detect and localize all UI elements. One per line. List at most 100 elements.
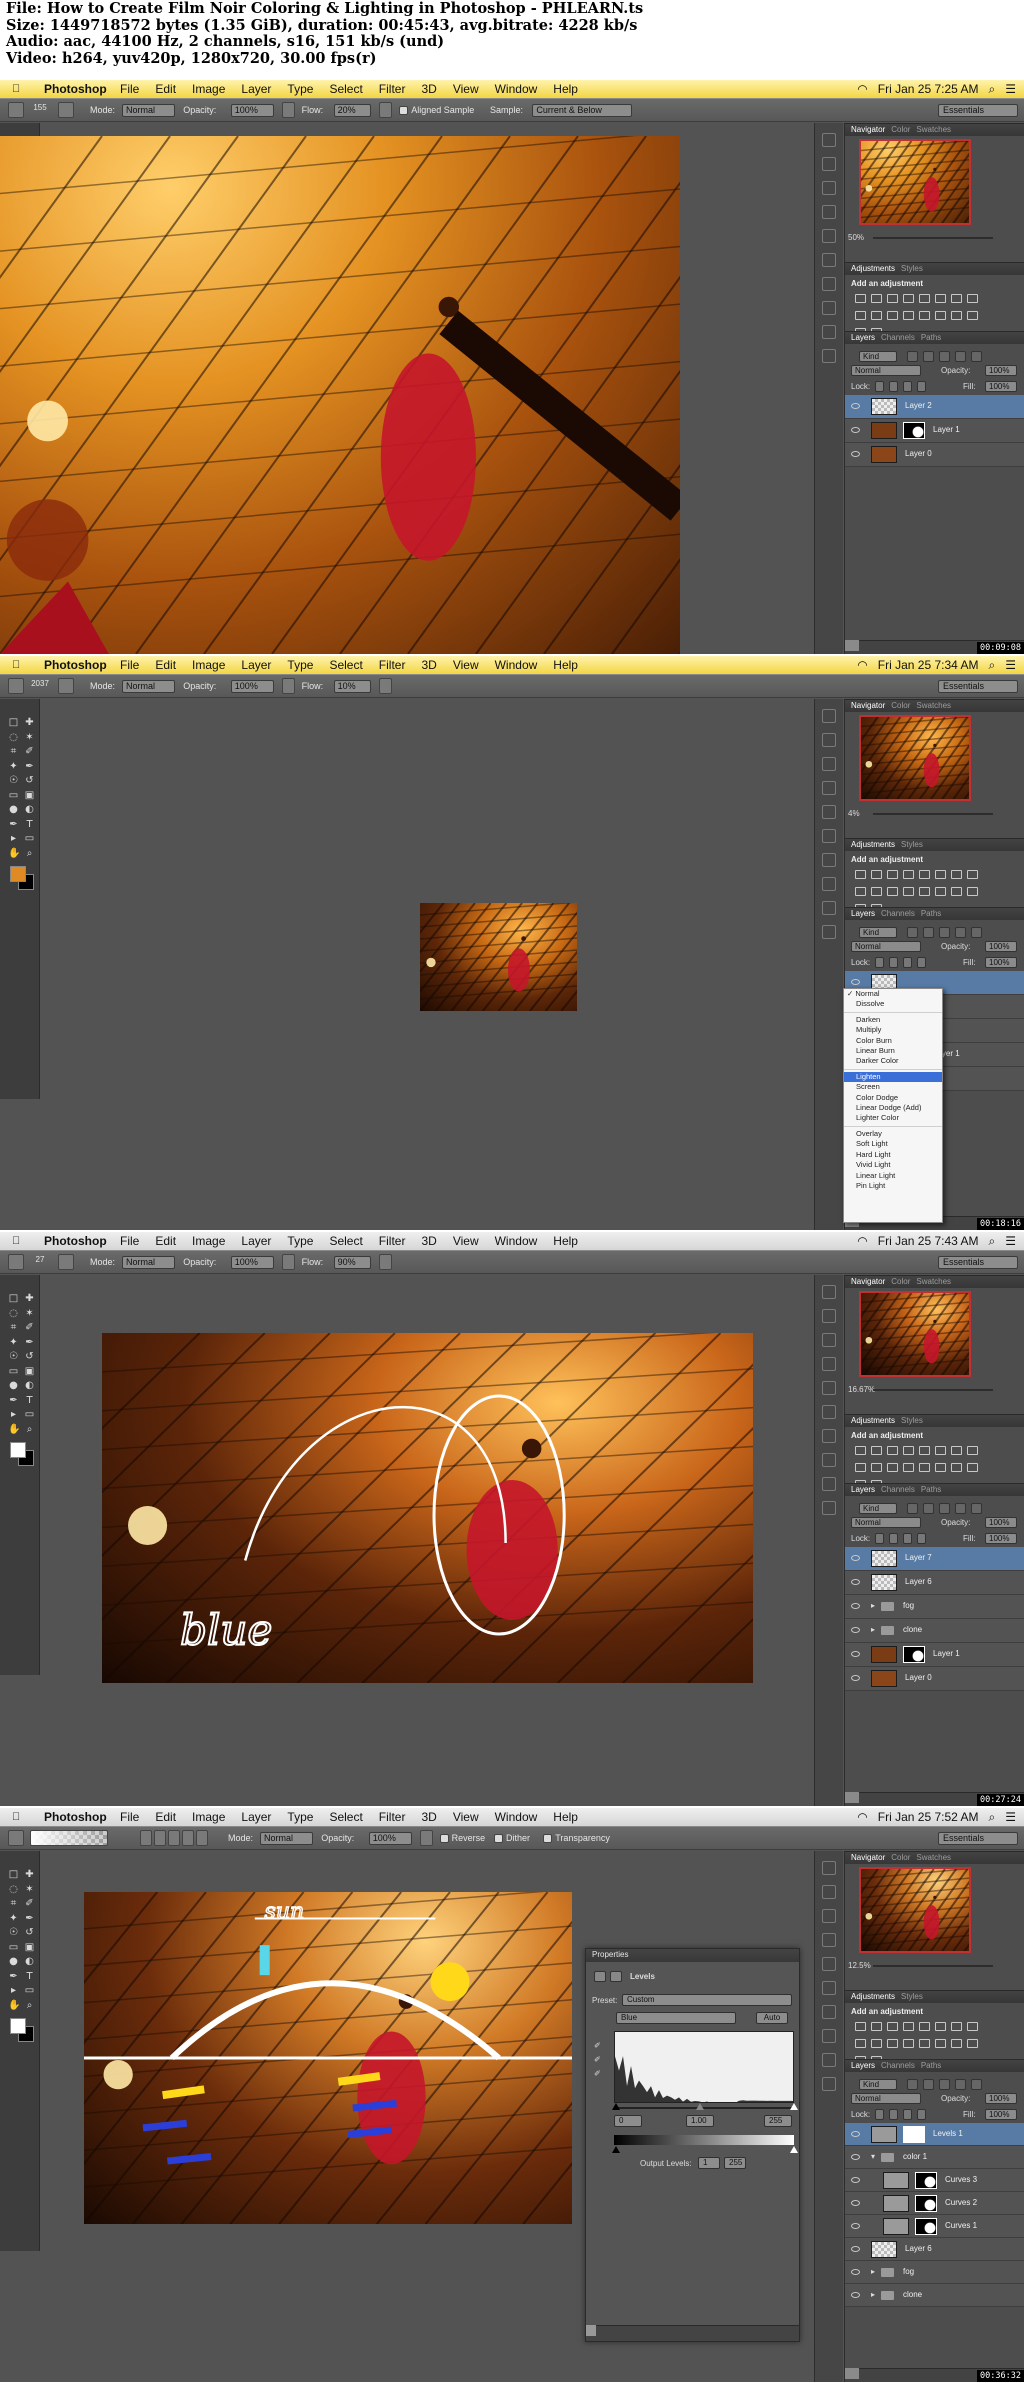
tab-swatches[interactable]: Swatches [916, 1277, 951, 1286]
navigator-preview[interactable] [859, 139, 971, 225]
shape-tool-icon[interactable]: ▭ [24, 1409, 35, 1420]
quick-mask-icon[interactable] [8, 913, 19, 924]
actions-icon[interactable] [822, 1885, 836, 1899]
foreground-color-swatch[interactable] [10, 866, 26, 882]
pressure-icon-3[interactable] [281, 678, 295, 694]
navigator-preview[interactable] [859, 1291, 971, 1377]
path-select-tool-icon[interactable]: ▸ [8, 833, 19, 844]
clone-stamp-tool-icon[interactable]: ☉ [8, 775, 19, 786]
layer-blend-mode[interactable]: Normal [851, 365, 921, 376]
menu-file[interactable]: File [120, 82, 139, 96]
visibility-eye-icon[interactable] [851, 427, 860, 433]
actions-icon[interactable] [822, 157, 836, 171]
menu-3d[interactable]: 3D [421, 1810, 436, 1824]
layer-fill[interactable]: 100% [985, 1533, 1017, 1544]
blend-mode-option[interactable]: Color Dodge [844, 1093, 942, 1103]
adjustment-1-icon[interactable] [855, 1446, 866, 1455]
blend-mode-option[interactable]: Pin Light [844, 1181, 942, 1191]
timeline-icon[interactable] [822, 1501, 836, 1515]
adjustment-15-icon[interactable] [951, 1463, 962, 1472]
input-black-slider[interactable] [612, 2103, 620, 2110]
adjustment-13-icon[interactable] [919, 887, 930, 896]
adjustment-8-icon[interactable] [967, 294, 978, 303]
workspace-switcher[interactable]: Essentials [938, 1832, 1018, 1845]
blend-mode-option[interactable]: Linear Dodge (Add) [844, 1103, 942, 1113]
layer-row[interactable]: Curves 1 [845, 2215, 1024, 2238]
tab-swatches[interactable]: Swatches [916, 125, 951, 134]
dodge-tool-icon[interactable]: ◐ [24, 1956, 35, 1967]
document-canvas[interactable]: blue [102, 1333, 753, 1683]
pressure-icon-5[interactable] [379, 102, 393, 118]
screen-mode-icon[interactable] [24, 1489, 35, 1500]
shape-tool-icon[interactable]: ▭ [24, 833, 35, 844]
menu-3d[interactable]: 3D [421, 1234, 436, 1248]
layer-row[interactable]: Layer 6 [845, 1571, 1024, 1595]
brush-presets-icon[interactable] [822, 1453, 836, 1467]
adjustment-2-icon[interactable] [871, 2022, 882, 2031]
eraser-tool-icon[interactable]: ▭ [8, 1942, 19, 1953]
brush-panel-toggle-icon[interactable] [58, 1254, 74, 1270]
lock-2-icon[interactable] [889, 957, 898, 968]
tab-color[interactable]: Color [891, 125, 910, 134]
menu-select[interactable]: Select [329, 1810, 362, 1824]
adjustment-6-icon[interactable] [935, 1446, 946, 1455]
history-icon[interactable] [822, 1861, 836, 1875]
gray-point-eyedropper-icon[interactable]: ✐ [594, 2055, 601, 2064]
layer-row[interactable]: Levels 1 [845, 2123, 1024, 2146]
zoom-slider[interactable] [873, 237, 993, 239]
pen-tool-icon[interactable]: ✒ [8, 1971, 19, 1982]
adjustment-6-icon[interactable] [935, 870, 946, 879]
magic-wand-tool-icon[interactable]: ✶ [24, 1884, 35, 1895]
menu-edit[interactable]: Edit [155, 658, 176, 672]
shape-tool-icon[interactable]: ▭ [24, 1985, 35, 1996]
spotlight-search-icon[interactable]: ⌕ [989, 658, 996, 672]
blend-mode-option[interactable]: Darken [844, 1015, 942, 1025]
paragraph-icon[interactable] [822, 229, 836, 243]
spotlight-search-icon[interactable]: ⌕ [989, 82, 996, 96]
lasso-tool-icon[interactable]: ◌ [8, 732, 19, 743]
adjustment-11-icon[interactable] [887, 311, 898, 320]
menu-layer[interactable]: Layer [241, 1810, 271, 1824]
menu-window[interactable]: Window [495, 1234, 538, 1248]
history-icon[interactable] [822, 1285, 836, 1299]
adjustment-16-icon[interactable] [967, 887, 978, 896]
marquee-tool-icon[interactable]: □ [8, 1869, 19, 1880]
tab-paths[interactable]: Paths [921, 2061, 941, 2070]
blend-mode-option[interactable]: Lighten [844, 1071, 942, 1083]
tab-navigator[interactable]: Navigator [851, 701, 885, 710]
menu-help[interactable]: Help [553, 658, 578, 672]
tab-channels[interactable]: Channels [881, 333, 915, 342]
option-dropdown-8[interactable]: Current & Below [532, 104, 633, 117]
timeline-icon[interactable] [822, 349, 836, 363]
lock-2-icon[interactable] [889, 2109, 898, 2120]
move-tool-icon[interactable]: ✚ [24, 1293, 35, 1304]
brush-tool-icon[interactable]: ✒ [24, 761, 35, 772]
marquee-tool-icon[interactable]: □ [8, 1293, 19, 1304]
menu-filter[interactable]: Filter [379, 658, 406, 672]
adjustment-16-icon[interactable] [967, 1463, 978, 1472]
tab-channels[interactable]: Channels [881, 909, 915, 918]
spot-heal-tool-icon[interactable]: ✦ [8, 1337, 19, 1348]
lock-4-icon[interactable] [917, 957, 926, 968]
brush-size-readout[interactable]: 2037 [30, 673, 50, 695]
input-slider-track[interactable] [614, 2107, 794, 2109]
info-icon[interactable] [822, 277, 836, 291]
menu-image[interactable]: Image [192, 82, 225, 96]
adjustment-12-icon[interactable] [903, 2039, 914, 2048]
visibility-eye-icon[interactable] [851, 2154, 860, 2160]
layer-opacity[interactable]: 100% [985, 941, 1017, 952]
adjustment-1-icon[interactable] [855, 294, 866, 303]
output-black-field[interactable]: 1 [698, 2157, 720, 2169]
menu-type[interactable]: Type [287, 1810, 313, 1824]
play-icon[interactable] [822, 1909, 836, 1923]
layer-row[interactable]: Layer 2 [845, 395, 1024, 419]
layer-filter-kind[interactable]: Kind [859, 927, 897, 938]
crop-tool-icon[interactable]: ⌗ [8, 1898, 19, 1909]
adjustment-9-icon[interactable] [855, 887, 866, 896]
adjustment-6-icon[interactable] [935, 294, 946, 303]
menu-select[interactable]: Select [329, 1234, 362, 1248]
app-name[interactable]: Photoshop [44, 656, 107, 675]
tab-styles[interactable]: Styles [901, 840, 923, 849]
adjustment-15-icon[interactable] [951, 2039, 962, 2048]
menu-view[interactable]: View [453, 658, 479, 672]
